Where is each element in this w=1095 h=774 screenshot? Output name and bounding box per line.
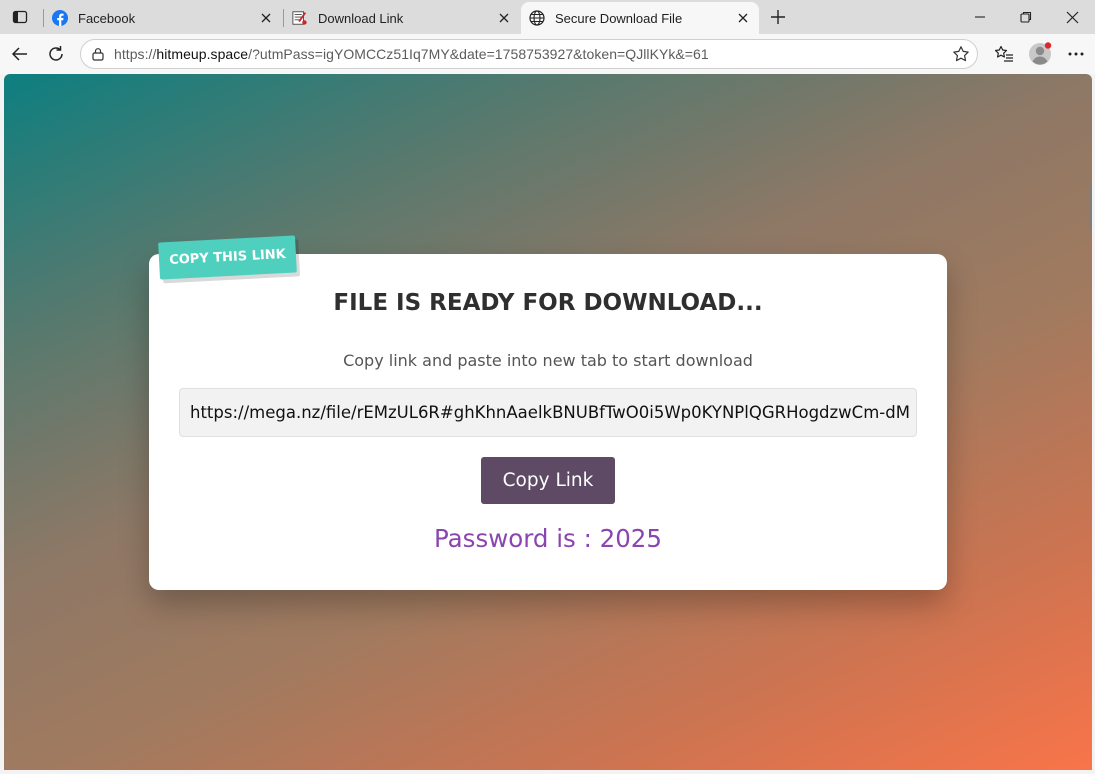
plus-icon bbox=[771, 10, 785, 24]
page-viewport: FILE IS READY FOR DOWNLOAD... Copy link … bbox=[4, 74, 1092, 770]
avatar-icon bbox=[1029, 42, 1052, 65]
restore-button[interactable] bbox=[1003, 0, 1049, 34]
more-dots-icon bbox=[1068, 52, 1084, 56]
tab-strip: Facebook Download Link Secure Download F… bbox=[0, 0, 1095, 34]
tab-download-link[interactable]: Download Link bbox=[284, 2, 520, 34]
facebook-icon bbox=[52, 10, 68, 26]
tab-facebook[interactable]: Facebook bbox=[44, 2, 282, 34]
instructions-text: Copy link and paste into new tab to star… bbox=[343, 351, 753, 370]
document-favicon-icon bbox=[292, 10, 308, 26]
password-text: Password is : 2025 bbox=[434, 524, 662, 553]
minimize-button[interactable] bbox=[957, 0, 1003, 34]
browser-toolbar: https://hitmeup.space/?utmPass=igYOMCCz5… bbox=[0, 34, 1095, 74]
restore-icon bbox=[1020, 11, 1032, 23]
settings-more-button[interactable] bbox=[1062, 40, 1090, 68]
reload-button[interactable] bbox=[42, 40, 70, 68]
tab-actions-button[interactable] bbox=[8, 6, 32, 28]
minimize-icon bbox=[975, 16, 985, 18]
tab-secure-download-file[interactable]: Secure Download File bbox=[521, 2, 759, 34]
close-icon bbox=[1066, 11, 1078, 23]
download-card: FILE IS READY FOR DOWNLOAD... Copy link … bbox=[149, 254, 947, 590]
url-path: /?utmPass=igYOMCCz51Iq7MY&date=175875392… bbox=[248, 46, 709, 62]
download-link-field[interactable]: https://mega.nz/file/rEMzUL6R#ghKhnAaelk… bbox=[179, 388, 917, 437]
page-title: FILE IS READY FOR DOWNLOAD... bbox=[333, 290, 763, 316]
favorites-button[interactable] bbox=[990, 40, 1018, 68]
site-info-icon[interactable] bbox=[90, 46, 106, 62]
favorites-list-icon bbox=[994, 45, 1013, 62]
close-tab-icon[interactable] bbox=[494, 8, 514, 28]
back-button[interactable] bbox=[6, 40, 34, 68]
tab-actions-icon bbox=[12, 10, 28, 24]
tab-title: Download Link bbox=[318, 10, 404, 26]
scrollbar[interactable] bbox=[1089, 184, 1092, 230]
url-host: hitmeup.space bbox=[156, 46, 249, 62]
close-window-button[interactable] bbox=[1049, 0, 1095, 34]
profile-button[interactable] bbox=[1026, 40, 1054, 68]
tab-title: Facebook bbox=[78, 10, 136, 26]
favorite-star-icon[interactable] bbox=[952, 45, 970, 63]
address-bar[interactable]: https://hitmeup.space/?utmPass=igYOMCCz5… bbox=[80, 39, 978, 69]
new-tab-button[interactable] bbox=[766, 5, 790, 29]
url-prefix: https:// bbox=[114, 46, 157, 62]
copy-this-link-ribbon: COPY THIS LINK bbox=[158, 235, 297, 280]
close-tab-icon[interactable] bbox=[733, 8, 753, 28]
tab-title: Secure Download File bbox=[555, 10, 683, 26]
globe-icon bbox=[529, 10, 545, 26]
reload-icon bbox=[49, 46, 63, 61]
close-tab-icon[interactable] bbox=[256, 8, 276, 28]
copy-link-button[interactable]: Copy Link bbox=[481, 457, 615, 504]
url-text[interactable]: https://hitmeup.space/?utmPass=igYOMCCz5… bbox=[114, 46, 709, 62]
back-arrow-icon bbox=[11, 47, 27, 61]
